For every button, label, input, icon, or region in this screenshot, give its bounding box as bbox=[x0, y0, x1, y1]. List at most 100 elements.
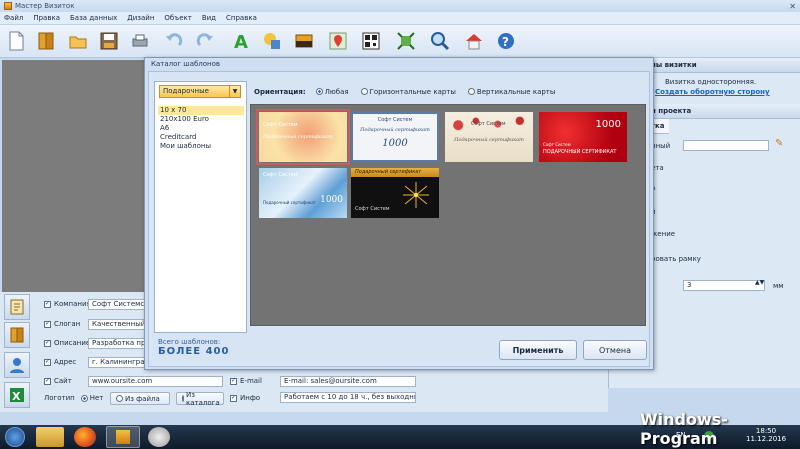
email-checkbox[interactable]: ✓ bbox=[230, 377, 237, 385]
company-input[interactable]: Софт Системс bbox=[88, 299, 148, 310]
dialog-title: Каталог шаблонов bbox=[151, 60, 221, 68]
address-checkbox[interactable]: ✓ bbox=[44, 358, 51, 366]
image-tool-icon[interactable] bbox=[292, 29, 316, 53]
card-text: Подарочный сертификат bbox=[263, 200, 317, 205]
map-icon[interactable] bbox=[326, 29, 350, 53]
toolbar: A ? bbox=[0, 25, 800, 58]
card-amount: 1000 bbox=[382, 138, 408, 149]
slogan-checkbox[interactable]: ✓ bbox=[44, 320, 51, 328]
slogan-input[interactable]: Качественный соф bbox=[88, 319, 148, 330]
category-dropdown[interactable]: Подарочные ▼ bbox=[159, 85, 241, 98]
qr-code-icon[interactable] bbox=[359, 29, 383, 53]
card-company: Подарочный сертификат bbox=[355, 169, 422, 175]
address-input[interactable]: г. Калининград, ул bbox=[88, 357, 148, 368]
template-card[interactable]: Софт Систем Подарочный сертификат 1000 bbox=[259, 168, 347, 218]
frame-width-spinner[interactable]: 3 bbox=[683, 280, 765, 291]
card-company: Софт Систем bbox=[543, 142, 571, 147]
preview-zoom-icon[interactable] bbox=[428, 29, 452, 53]
color-field[interactable] bbox=[683, 140, 769, 151]
menu-database[interactable]: База данных bbox=[70, 14, 117, 22]
template-card[interactable]: Софт Систем Подарочный сертификат bbox=[445, 112, 533, 162]
logo-catalog-radio bbox=[182, 395, 184, 402]
logo-none-radio[interactable] bbox=[80, 394, 88, 402]
orientation-vertical[interactable]: Вертикальные карты bbox=[467, 88, 555, 96]
title-bar: Мастер Визиток ✕ bbox=[0, 0, 800, 12]
firework-icon bbox=[403, 182, 429, 208]
explorer-icon[interactable] bbox=[36, 427, 64, 447]
site-input[interactable]: www.oursite.com bbox=[88, 376, 223, 387]
start-button[interactable] bbox=[5, 427, 25, 447]
rp-label-6: ровать рамку bbox=[651, 255, 701, 263]
menu-file[interactable]: Файл bbox=[4, 14, 23, 22]
description-input[interactable]: Разработка програ bbox=[88, 338, 148, 349]
orientation-bar: Ориентация: Любая Горизонтальные карты В… bbox=[250, 81, 646, 102]
card-text: Софт Систем bbox=[355, 206, 390, 212]
size-item[interactable]: Creditcard bbox=[158, 133, 244, 142]
save-button[interactable] bbox=[97, 29, 121, 53]
size-item[interactable]: A6 bbox=[158, 124, 244, 133]
cancel-button[interactable]: Отмена bbox=[583, 340, 647, 360]
field-description: ✓ Описание bbox=[44, 339, 90, 347]
card-text: Подарочный сертификат bbox=[454, 137, 524, 143]
paint-icon[interactable] bbox=[148, 427, 170, 447]
app-task-button[interactable] bbox=[106, 426, 140, 448]
excel-side-button[interactable]: X bbox=[4, 382, 30, 408]
menu-bar: Файл Правка База данных Дизайн Объект Ви… bbox=[0, 12, 800, 25]
site-label: Сайт bbox=[54, 377, 72, 385]
fit-screen-icon[interactable] bbox=[394, 29, 418, 53]
menu-edit[interactable]: Правка bbox=[33, 14, 60, 22]
firefox-icon[interactable] bbox=[74, 427, 96, 447]
svg-text:A: A bbox=[234, 32, 248, 51]
print-button[interactable] bbox=[128, 29, 152, 53]
open-book-button[interactable] bbox=[34, 29, 58, 53]
pencil-icon[interactable]: ✎ bbox=[775, 138, 783, 149]
template-card[interactable]: Софт Систем Подарочный сертификат 1000 bbox=[351, 112, 439, 162]
contacts-side-button[interactable] bbox=[4, 352, 30, 378]
shapes-tool-icon[interactable] bbox=[260, 29, 284, 53]
menu-help[interactable]: Справка bbox=[226, 14, 257, 22]
info-input[interactable]: Работаем с 10 до 18 ч., без выходных bbox=[280, 392, 416, 403]
logo-from-file-button[interactable]: Из файла bbox=[110, 392, 170, 405]
help-icon[interactable]: ? bbox=[494, 29, 518, 53]
apply-button[interactable]: Применить bbox=[499, 340, 577, 360]
logo-from-catalog-button[interactable]: Из каталога bbox=[176, 391, 224, 407]
new-file-button[interactable] bbox=[4, 29, 28, 53]
email-input[interactable]: E-mail: sales@oursite.com bbox=[280, 376, 416, 387]
home-icon[interactable] bbox=[462, 29, 486, 53]
redo-icon[interactable] bbox=[193, 29, 217, 53]
orientation-any-label: Любая bbox=[324, 87, 349, 96]
total-value: БОЛЕЕ 400 bbox=[158, 346, 230, 357]
window-title: Мастер Визиток bbox=[15, 2, 75, 10]
orientation-any[interactable]: Любая bbox=[315, 87, 349, 96]
size-item[interactable]: 210x100 Euro bbox=[158, 115, 244, 124]
company-checkbox[interactable]: ✓ bbox=[44, 300, 51, 308]
size-item[interactable]: 10 x 70 bbox=[158, 106, 244, 115]
orientation-horizontal[interactable]: Горизонтальные карты bbox=[360, 88, 456, 96]
description-checkbox[interactable]: ✓ bbox=[44, 339, 51, 347]
design-canvas[interactable] bbox=[2, 60, 148, 292]
menu-view[interactable]: Вид bbox=[202, 14, 216, 22]
notepad-icon bbox=[10, 299, 24, 315]
edit-card-button[interactable] bbox=[4, 294, 30, 320]
description-label: Описание bbox=[54, 339, 91, 347]
site-checkbox[interactable]: ✓ bbox=[44, 377, 51, 385]
excel-icon: X bbox=[10, 388, 24, 403]
template-card[interactable]: Софт Систем Подарочный сертификат bbox=[256, 109, 350, 165]
info-checkbox[interactable]: ✓ bbox=[230, 394, 237, 402]
catalog-side-button[interactable] bbox=[4, 322, 30, 348]
close-icon[interactable]: ✕ bbox=[789, 2, 796, 11]
menu-object[interactable]: Объект bbox=[164, 14, 191, 22]
template-card[interactable]: Подарочный сертификат Софт Систем bbox=[351, 168, 439, 218]
size-item[interactable]: Мои шаблоны bbox=[158, 142, 244, 151]
card-amount: 1000 bbox=[320, 195, 343, 205]
undo-icon[interactable] bbox=[162, 29, 186, 53]
single-side-text: Визитка односторонняя. bbox=[665, 78, 757, 86]
card-text: Подарочный сертификат bbox=[360, 127, 430, 133]
menu-design[interactable]: Дизайн bbox=[127, 14, 154, 22]
create-back-link[interactable]: Создать оборотную сторону bbox=[655, 88, 770, 96]
template-card[interactable]: 1000 Софт Систем ПОДАРОЧНЫЙ СЕРТИФИКАТ bbox=[539, 112, 627, 162]
spinner-arrows-icon[interactable]: ▲▼ bbox=[755, 279, 764, 286]
template-total: Всего шаблонов: БОЛЕЕ 400 bbox=[158, 338, 229, 357]
open-folder-button[interactable] bbox=[66, 29, 90, 53]
text-tool-icon[interactable]: A bbox=[229, 29, 253, 53]
